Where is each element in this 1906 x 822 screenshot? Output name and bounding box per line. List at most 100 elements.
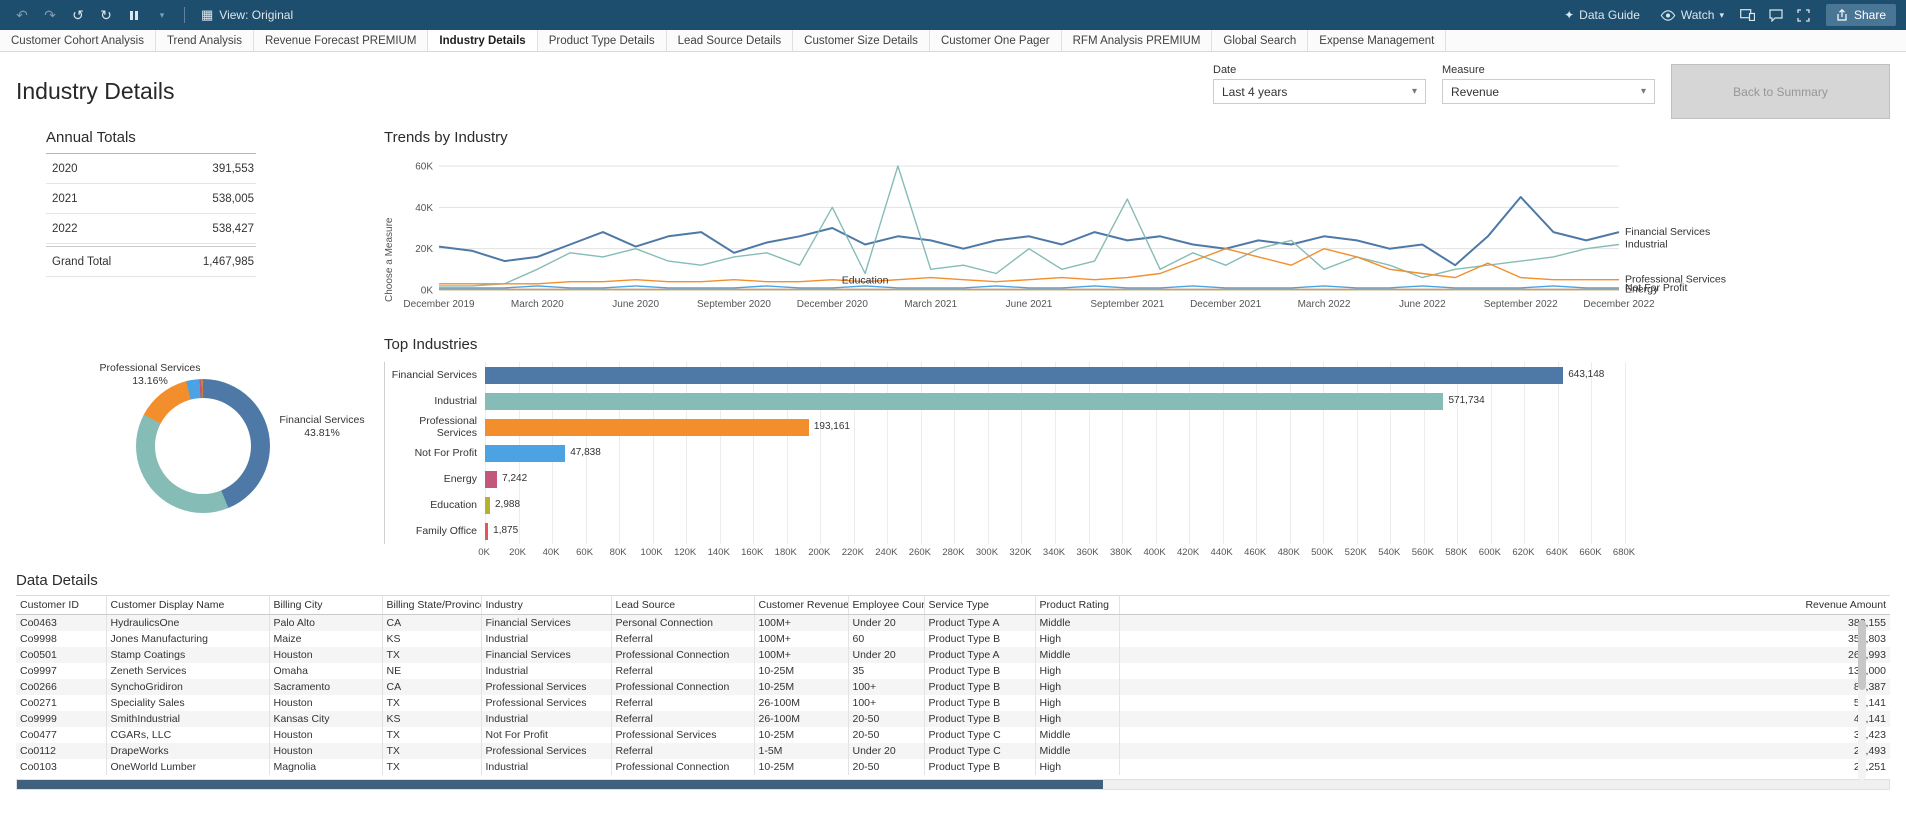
data-guide-button[interactable]: ✦ Data Guide — [1556, 8, 1648, 22]
share-button[interactable]: Share — [1825, 4, 1896, 26]
annual-row[interactable]: 2022 538,427 — [46, 214, 256, 244]
annual-row[interactable]: Grand Total 1,467,985 — [46, 246, 256, 277]
column-header[interactable] — [1119, 595, 1740, 615]
top-industries-chart: Top Industries Financial Services 643,148… — [384, 336, 1890, 560]
grid-icon: ▦ — [201, 7, 214, 22]
column-header[interactable]: Customer Display Name — [106, 595, 270, 615]
x-axis-tick: 120K — [674, 547, 697, 558]
column-header[interactable]: Industry — [481, 595, 612, 615]
x-axis-tick: 40K — [542, 547, 560, 558]
view-original-button[interactable]: ▦ View: Original — [195, 7, 299, 23]
table-row[interactable]: Co0463 HydraulicsOne Palo Alto CA Financial … — [16, 614, 1890, 631]
tab-rfm-analysis-premium[interactable]: RFM Analysis PREMIUM — [1062, 30, 1213, 51]
watch-caret-icon: ▾ — [1719, 9, 1724, 20]
column-header[interactable]: Lead Source — [611, 595, 755, 615]
eye-icon — [1660, 9, 1676, 21]
trends-y-axis-label: Choose a Measure — [384, 217, 395, 303]
date-select[interactable]: Last 4 years ▾ — [1213, 79, 1426, 104]
trends-by-industry-chart: Trends by Industry Choose a Measure 0K 20… — [384, 129, 1890, 320]
x-axis-tick: 620K — [1512, 547, 1535, 558]
bar-mark[interactable] — [485, 392, 1444, 410]
column-header[interactable]: Customer ID — [16, 595, 107, 615]
table-row[interactable]: Co9997 Zeneth Services Omaha NE Industrial Re… — [16, 663, 1890, 679]
back-to-summary-button[interactable]: Back to Summary — [1671, 64, 1890, 119]
comments-button[interactable] — [1764, 4, 1788, 26]
data-details-section: Data Details Customer ID Customer Display… — [16, 572, 1890, 790]
redo-button[interactable]: ↷ — [38, 4, 62, 26]
undo-button[interactable]: ↶ — [10, 4, 34, 26]
svg-text:Financial Services: Financial Services — [1625, 226, 1710, 238]
tab-revenue-forecast-premium[interactable]: Revenue Forecast PREMIUM — [254, 30, 429, 51]
data-details-table: Customer ID Customer Display Name Billing … — [16, 595, 1890, 775]
x-axis-tick: 80K — [609, 547, 627, 558]
bar-category-label: Not For Profit — [414, 447, 477, 459]
column-header[interactable]: Revenue Amount — [1740, 595, 1890, 615]
column-header[interactable]: Billing State/Province — [382, 595, 482, 615]
bar-value-label: 643,148 — [1568, 369, 1605, 380]
bar-mark[interactable] — [485, 418, 809, 436]
watch-button[interactable]: Watch ▾ — [1652, 8, 1732, 22]
table-row[interactable]: Co9999 SmithIndustrial Kansas City KS Indust… — [16, 711, 1890, 727]
column-header[interactable]: Billing City — [269, 595, 383, 615]
bar-row-family-office[interactable]: Family Office 1,875 — [385, 518, 1890, 544]
bar-row-financial-services[interactable]: Financial Services 643,148 — [385, 362, 1890, 388]
measure-select[interactable]: Revenue ▾ — [1442, 79, 1655, 104]
column-header[interactable]: Employee Count — [848, 595, 925, 615]
svg-text:June 2020: June 2020 — [612, 299, 659, 310]
x-axis-tick: 260K — [908, 547, 931, 558]
revert-button[interactable]: ↺ — [66, 4, 90, 26]
table-row[interactable]: Co0103 OneWorld Lumber Magnolia TX Industria… — [16, 759, 1890, 775]
bar-mark[interactable] — [485, 496, 490, 514]
x-axis-tick: 580K — [1445, 547, 1468, 558]
bar-row-energy[interactable]: Energy 7,242 — [385, 466, 1890, 492]
tab-customer-size-details[interactable]: Customer Size Details — [793, 30, 930, 51]
tab-lead-source-details[interactable]: Lead Source Details — [667, 30, 794, 51]
tab-industry-details[interactable]: Industry Details — [428, 30, 538, 51]
tab-expense-management[interactable]: Expense Management — [1308, 30, 1447, 51]
column-header[interactable]: Service Type — [924, 595, 1036, 615]
svg-text:March 2022: March 2022 — [1298, 299, 1351, 310]
tab-trend-analysis[interactable]: Trend Analysis — [156, 30, 254, 51]
horizontal-scrollbar[interactable] — [16, 779, 1890, 790]
fullscreen-button[interactable] — [1792, 4, 1816, 26]
donut-ring[interactable] — [136, 379, 270, 513]
bar-mark[interactable] — [485, 522, 489, 540]
bar-row-industrial[interactable]: Industrial 571,734 — [385, 388, 1890, 414]
x-axis-tick: 360K — [1076, 547, 1099, 558]
annual-row[interactable]: 2020 391,553 — [46, 154, 256, 184]
pause-button[interactable] — [122, 4, 146, 26]
x-axis-tick: 340K — [1042, 547, 1066, 558]
page-title: Industry Details — [16, 78, 175, 104]
vertical-scrollbar[interactable] — [1858, 620, 1866, 780]
bar-mark[interactable] — [485, 444, 566, 462]
refresh-button[interactable]: ↻ — [94, 4, 118, 26]
tab-product-type-details[interactable]: Product Type Details — [538, 30, 667, 51]
bar-row-professional-services[interactable]: Professional Services 193,161 — [385, 414, 1890, 440]
trends-line-chart[interactable]: 0K 20K 40K 60K December 2019 March 2020 June 2… — [395, 152, 1775, 320]
column-header[interactable]: Product Rating — [1035, 595, 1120, 615]
bar-row-not-for-profit[interactable]: Not For Profit 47,838 — [385, 440, 1890, 466]
annual-row[interactable]: 2021 538,005 — [46, 184, 256, 214]
horizontal-scrollbar-thumb[interactable] — [17, 780, 1103, 789]
date-select-value: Last 4 years — [1222, 84, 1288, 99]
device-preview-button[interactable] — [1736, 4, 1760, 26]
vertical-scrollbar-thumb[interactable] — [1858, 620, 1866, 690]
dashboard-header: Industry Details Date Last 4 years ▾ Mea… — [16, 64, 1890, 119]
bar-mark[interactable] — [485, 366, 1564, 384]
svg-text:September 2020: September 2020 — [697, 299, 771, 310]
table-row[interactable]: Co0112 DrapeWorks Houston TX Professional Se… — [16, 743, 1890, 759]
table-row[interactable]: Co0271 Speciality Sales Houston TX Professio… — [16, 695, 1890, 711]
tab-customer-one-pager[interactable]: Customer One Pager — [930, 30, 1062, 51]
table-row[interactable]: Co0477 CGARs, LLC Houston TX Not For Profit P… — [16, 727, 1890, 743]
bar-row-education[interactable]: Education 2,988 — [385, 492, 1890, 518]
toolbar-caret-icon[interactable]: ▾ — [150, 4, 174, 26]
table-row[interactable]: Co9998 Jones Manufacturing Maize KS Industri… — [16, 631, 1890, 647]
column-header[interactable]: Customer Revenue — [754, 595, 849, 615]
table-row[interactable]: Co0501 Stamp Coatings Houston TX Financial S… — [16, 647, 1890, 663]
bar-mark[interactable] — [485, 470, 498, 488]
fullscreen-icon — [1797, 8, 1811, 22]
tab-customer-cohort-analysis[interactable]: Customer Cohort Analysis — [0, 30, 156, 51]
donut-callout-financial-services: Financial Services 43.81% — [279, 414, 365, 440]
tab-global-search[interactable]: Global Search — [1212, 30, 1309, 51]
table-row[interactable]: Co0266 SynchoGridiron Sacramento CA Professi… — [16, 679, 1890, 695]
